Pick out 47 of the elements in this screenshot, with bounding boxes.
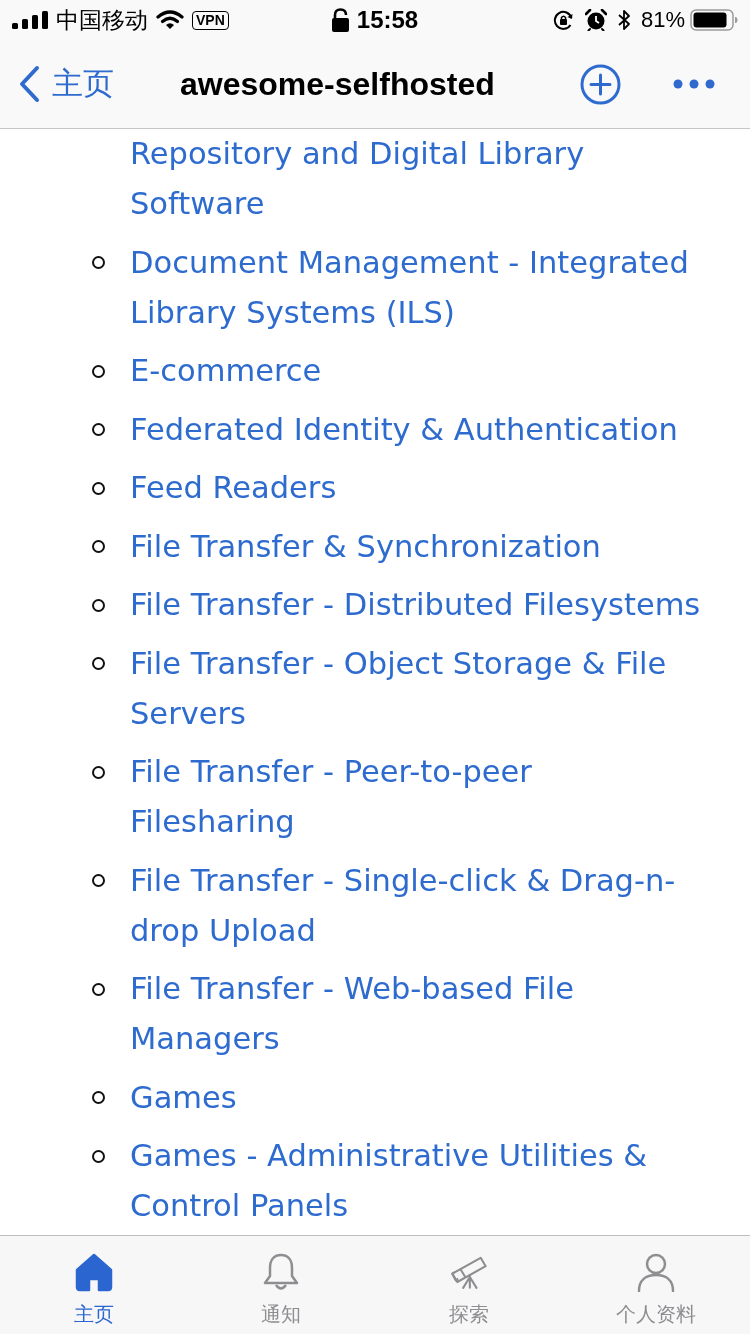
tab-bar-item[interactable]: 通知 (187, 1236, 375, 1334)
circle-bullet-icon (92, 256, 105, 269)
chevron-left-icon (18, 65, 40, 103)
list-link[interactable]: File Transfer - Distributed Filesystems (130, 580, 701, 630)
list-link[interactable]: File Transfer & Synchronization (130, 521, 601, 572)
person-icon (636, 1252, 677, 1292)
rotation-lock-icon (552, 9, 574, 31)
vpn-badge: VPN (192, 10, 229, 30)
list-link[interactable]: Federated Identity & Authentication (130, 404, 678, 455)
circle-bullet-icon (92, 1149, 105, 1163)
page-title: awesome-selfhosted (180, 65, 495, 103)
lock-icon (331, 8, 349, 32)
battery-icon (690, 9, 738, 31)
list-link[interactable]: File Transfer - Web-based File Managers (130, 964, 704, 1064)
tab-bar-item[interactable]: 个人资料 (562, 1236, 750, 1334)
list-link[interactable]: Games (130, 1072, 237, 1123)
circle-bullet-icon (92, 1091, 105, 1104)
tab-bar-item[interactable]: 探索 (375, 1236, 563, 1334)
home-icon (73, 1252, 114, 1292)
circle-bullet-icon (92, 874, 105, 887)
circle-bullet-icon (92, 423, 105, 436)
list-link[interactable]: Document Management - Integrated Library Systems (ILS) (130, 237, 704, 338)
bluetooth-icon (617, 9, 631, 31)
circle-bullet-icon (92, 540, 105, 553)
list-link[interactable]: E-commerce (130, 346, 322, 396)
circle-bullet-icon (92, 657, 105, 670)
wifi-icon (156, 10, 184, 30)
battery-percent: 81% (640, 7, 685, 33)
back-button[interactable]: 主页 (18, 63, 114, 105)
list-link[interactable]: Repository and Digital Library Software (130, 129, 704, 229)
more-icon[interactable] (673, 79, 715, 89)
clock-time: 15:58 (356, 6, 419, 34)
list-link[interactable]: File Transfer - Peer-to-peer Filesharing (130, 747, 704, 847)
list-link[interactable]: Games - Administrative Utilities & Control Panels (130, 1131, 704, 1231)
signal-icon (12, 11, 48, 29)
circle-bullet-icon (92, 481, 105, 495)
circle-bullet-icon (92, 364, 105, 378)
tab-bar-item[interactable]: 主页 (0, 1236, 188, 1334)
carrier-name: 中国移动 (56, 5, 148, 35)
list-link[interactable]: Feed Readers (130, 463, 337, 513)
circle-bullet-icon (92, 765, 105, 779)
alarm-clock-icon (584, 9, 607, 31)
circle-bullet-icon (92, 982, 105, 996)
circle-bullet-icon (92, 598, 105, 612)
add-circle-icon[interactable] (580, 63, 621, 105)
list-link[interactable]: File Transfer - Single-click & Drag-n-drop Upload (130, 855, 704, 956)
list-link[interactable]: File Transfer - Object Storage & File Servers (130, 638, 704, 739)
